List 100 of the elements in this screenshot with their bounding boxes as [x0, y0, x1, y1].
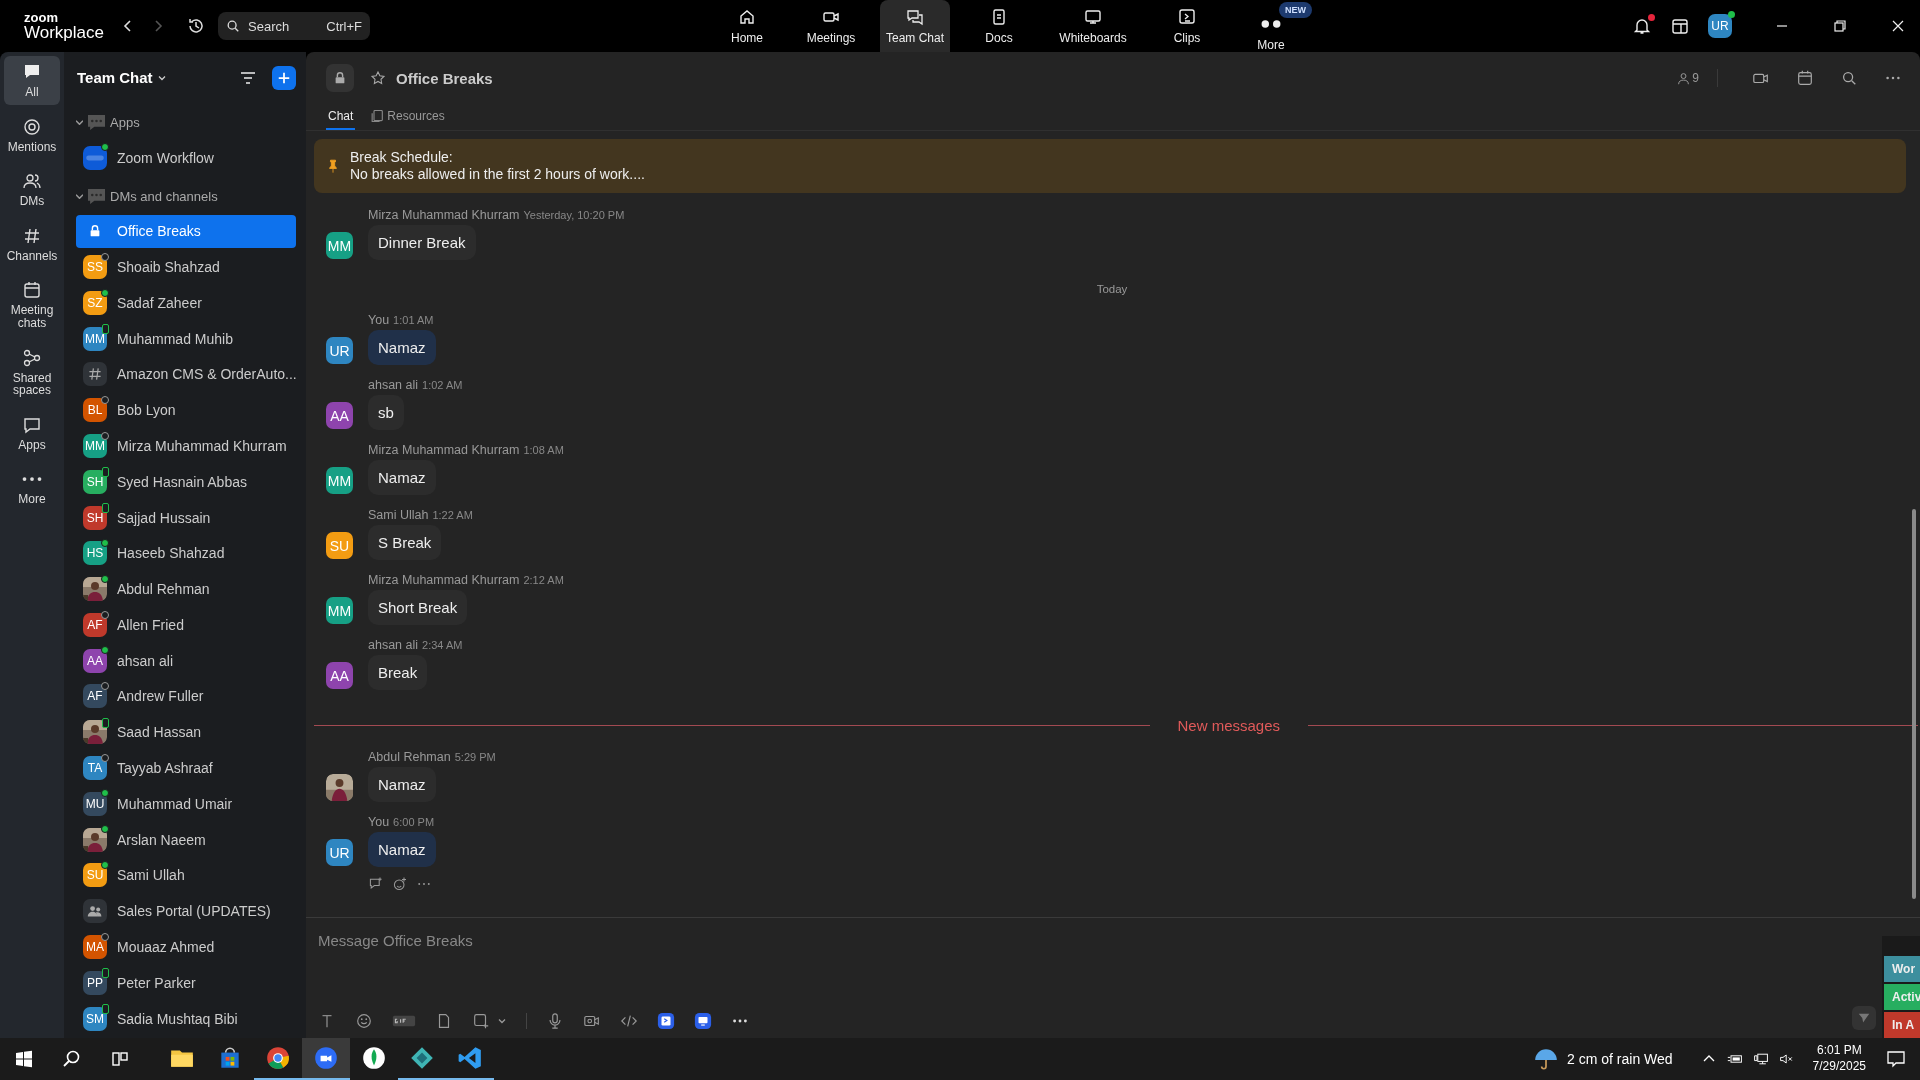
- pinned-message[interactable]: Break Schedule: No breaks allowed in the first 2 hours of work....: [314, 139, 1906, 193]
- search-icon[interactable]: [1840, 69, 1858, 87]
- message-time: 1:08 AM: [523, 444, 564, 456]
- umbrella-icon[interactable]: [1533, 1046, 1560, 1072]
- task-view-icon[interactable]: [110, 1049, 130, 1069]
- message-input[interactable]: Message Office Breaks: [318, 928, 718, 952]
- conversation-item[interactable]: BL Bob Lyon: [76, 393, 296, 427]
- search-field[interactable]: Search Ctrl+F: [218, 12, 370, 40]
- conversation-item[interactable]: TA Tayyab Ashraaf: [76, 751, 296, 785]
- avatar: MM: [326, 467, 353, 494]
- calendar-icon[interactable]: [1796, 69, 1814, 87]
- conversation-item[interactable]: Sales Portal (UPDATES): [76, 894, 296, 928]
- status-tab[interactable]: In A: [1884, 1012, 1920, 1038]
- conversation-item[interactable]: Amazon CMS & OrderAuto...: [76, 358, 296, 391]
- rail-tab[interactable]: Apps: [4, 408, 60, 458]
- conversation-item[interactable]: HS Haseeb Shahzad: [76, 536, 296, 570]
- whiteboard-app-icon[interactable]: [694, 1012, 712, 1030]
- message-time: Yesterday, 10:20 PM: [523, 209, 625, 221]
- rail-tab[interactable]: All: [4, 56, 60, 105]
- play-screen-icon: [1177, 7, 1197, 27]
- conversation-item[interactable]: Arslan Naeem: [76, 823, 296, 856]
- emoji-icon[interactable]: [355, 1012, 373, 1030]
- rail-tab[interactable]: Shared spaces: [4, 341, 60, 403]
- pinned-title: Break Schedule:: [350, 148, 454, 166]
- nav-tab[interactable]: Whiteboards: [1048, 0, 1138, 52]
- chat-tab[interactable]: Resources: [369, 104, 447, 130]
- calendar-panel-icon[interactable]: [1670, 16, 1690, 36]
- conversation-item[interactable]: Office Breaks: [76, 214, 296, 248]
- avatar: BL: [83, 398, 107, 423]
- rail-tab[interactable]: More: [4, 463, 60, 512]
- conversation-item[interactable]: AF Andrew Fuller: [76, 680, 296, 713]
- avatar: AF: [83, 684, 107, 709]
- conversation-item[interactable]: SH Syed Hasnain Abbas: [76, 465, 296, 499]
- speaker-muted-icon[interactable]: [1778, 1051, 1795, 1067]
- avatar: SS: [83, 255, 107, 280]
- sidebar-title[interactable]: Team Chat: [77, 69, 153, 87]
- nav-tab[interactable]: Home: [712, 0, 782, 52]
- sender-name: ahsan ali: [368, 378, 419, 392]
- conversation-item[interactable]: SZ Sadaf Zaheer: [76, 286, 296, 320]
- rail-tab[interactable]: Channels: [4, 219, 60, 269]
- conversation-item[interactable]: MA Mouaaz Ahmed: [76, 930, 296, 964]
- avatar: SU: [326, 532, 353, 559]
- close-icon[interactable]: [1890, 18, 1906, 34]
- new-chat-button[interactable]: [272, 65, 296, 90]
- star-icon[interactable]: [370, 70, 386, 86]
- notification-bell-icon[interactable]: [1632, 16, 1652, 36]
- new-badge: NEW: [1279, 2, 1312, 18]
- rail-tab[interactable]: Mentions: [4, 110, 60, 160]
- sender-name: Mirza Muhammad Khurram: [368, 208, 520, 222]
- section-header[interactable]: DMs and channels: [76, 177, 296, 215]
- avatar: MU: [83, 791, 107, 816]
- send-icon[interactable]: [1852, 1006, 1876, 1030]
- conversation-item[interactable]: PP Peter Parker: [76, 966, 296, 1000]
- nav-tab[interactable]: Meetings: [796, 0, 866, 52]
- nav-tab[interactable]: Docs: [964, 0, 1034, 52]
- conversation-item[interactable]: SS Shoaib Shahzad: [76, 250, 296, 284]
- reply-icon[interactable]: [368, 876, 384, 892]
- people-icon: [83, 899, 107, 924]
- conversation-item[interactable]: MM Muhammad Muhib: [76, 322, 296, 356]
- conversation-item[interactable]: MM Mirza Muhammad Khurram: [76, 429, 296, 463]
- conversation-item[interactable]: SH Sajjad Hussain: [76, 501, 296, 534]
- nav-tab[interactable]: Team Chat: [880, 0, 950, 52]
- weather-text[interactable]: 2 cm of rain Wed: [1567, 1051, 1673, 1067]
- at-sign-icon: [22, 116, 42, 137]
- chat-bubble-icon: [88, 115, 105, 131]
- conversation-item[interactable]: SU Sami Ullah: [76, 859, 296, 892]
- message-bubble: S Break: [368, 525, 442, 560]
- caret-icon[interactable]: [497, 1016, 507, 1026]
- members-count[interactable]: 9: [1677, 71, 1699, 85]
- zoom-app-icon[interactable]: [302, 1038, 350, 1080]
- microphone-icon[interactable]: [546, 1012, 564, 1030]
- conversation-item[interactable]: MU Muhammad Umair: [76, 787, 296, 821]
- scrollbar[interactable]: [1912, 509, 1916, 899]
- conversation-item[interactable]: Saad Hassan: [76, 715, 296, 749]
- section-header[interactable]: Apps: [76, 103, 296, 142]
- rail-tab[interactable]: Meeting chats: [4, 274, 60, 336]
- rail-tab[interactable]: DMs: [4, 165, 60, 214]
- search-icon[interactable]: [62, 1049, 82, 1069]
- add-reaction-icon[interactable]: [392, 876, 408, 892]
- chat-tab[interactable]: Chat: [326, 104, 356, 130]
- windows-start-icon[interactable]: [14, 1049, 34, 1069]
- avatar: TA: [83, 756, 107, 781]
- nav-tab[interactable]: Clips: [1152, 0, 1222, 52]
- message-bubble: Namaz: [368, 767, 436, 802]
- conversation-item[interactable]: Zoom Workflow: [76, 141, 296, 175]
- clip-app-icon[interactable]: [657, 1012, 675, 1030]
- hash-icon: [83, 362, 107, 387]
- conversation-item[interactable]: Abdul Rehman: [76, 572, 296, 606]
- profile-avatar[interactable]: UR: [1708, 14, 1732, 38]
- conversation-item[interactable]: SM Sadia Mushtaq Bibi: [76, 1002, 296, 1035]
- restore-icon[interactable]: [1832, 18, 1848, 34]
- conversation-item[interactable]: AF Allen Fried: [76, 608, 296, 642]
- pin-icon: [328, 159, 338, 173]
- conversation-item[interactable]: AA ahsan ali: [76, 644, 296, 678]
- network-icon[interactable]: [1752, 1051, 1769, 1067]
- message-time: 1:02 AM: [422, 379, 463, 391]
- screenshot-icon[interactable]: [472, 1012, 490, 1030]
- taskbar-clock[interactable]: 6:01 PM 7/29/2025: [1812, 1043, 1866, 1075]
- history-icon[interactable]: [186, 16, 206, 36]
- notification-icon[interactable]: [1886, 1049, 1906, 1069]
